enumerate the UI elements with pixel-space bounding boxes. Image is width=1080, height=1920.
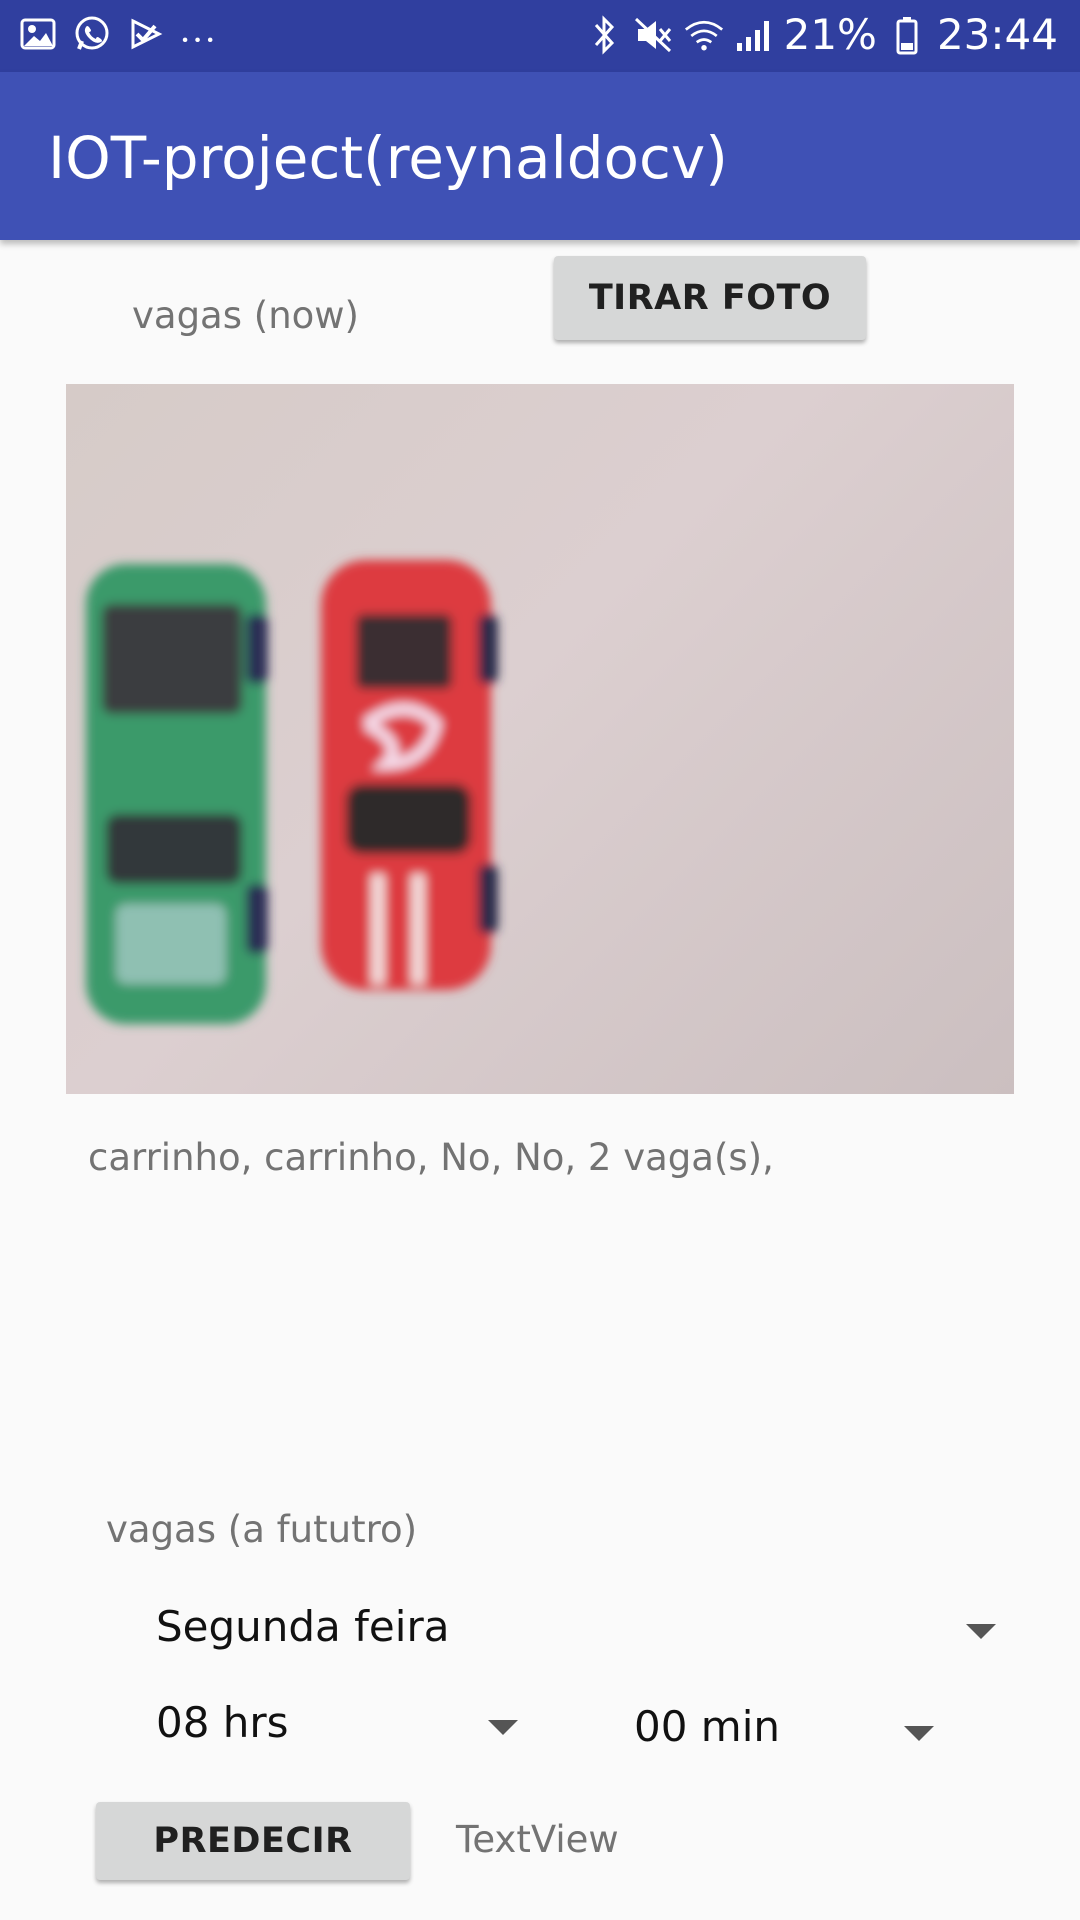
now-label: vagas (now) [132,294,359,337]
parking-photo-image [86,560,498,1024]
minute-spinner-value: 00 min [634,1702,780,1751]
status-bar: ... 21% 23:44 [0,0,1080,72]
image-icon [18,14,58,54]
chevron-down-icon [488,1720,518,1735]
prediction-output-text: TextView [456,1818,619,1861]
day-spinner-value: Segunda feira [156,1602,450,1651]
battery-icon [887,15,927,55]
chevron-down-icon [966,1624,996,1639]
wifi-icon [684,15,724,55]
mute-icon [634,15,674,55]
minute-spinner[interactable]: 00 min [588,1690,968,1770]
day-spinner[interactable]: Segunda feira [110,1590,1010,1670]
app-bar: IOT-project(reynaldocv) [0,72,1080,240]
notification-icons: ... [18,9,218,54]
system-icons: 21% 23:44 [584,10,1058,59]
future-label: vagas (a fututro) [106,1508,418,1551]
bluetooth-icon [584,14,624,55]
whatsapp-icon [72,14,112,54]
app-title: IOT-project(reynaldocv) [48,124,728,192]
parking-photo [66,384,1014,1094]
battery-percent: 21% [783,10,877,59]
signal-icon [734,15,774,55]
chevron-down-icon [904,1726,934,1741]
task-check-icon [126,14,166,54]
take-photo-button[interactable]: TIRAR FOTO [554,256,866,340]
clock: 23:44 [936,10,1058,59]
now-result-text: carrinho, carrinho, No, No, 2 vaga(s), [88,1136,774,1179]
notification-overflow: ... [180,5,218,52]
predict-button[interactable]: PREDECIR [96,1802,410,1880]
hour-spinner-value: 08 hrs [156,1698,289,1747]
hour-spinner[interactable]: 08 hrs [110,1686,540,1766]
